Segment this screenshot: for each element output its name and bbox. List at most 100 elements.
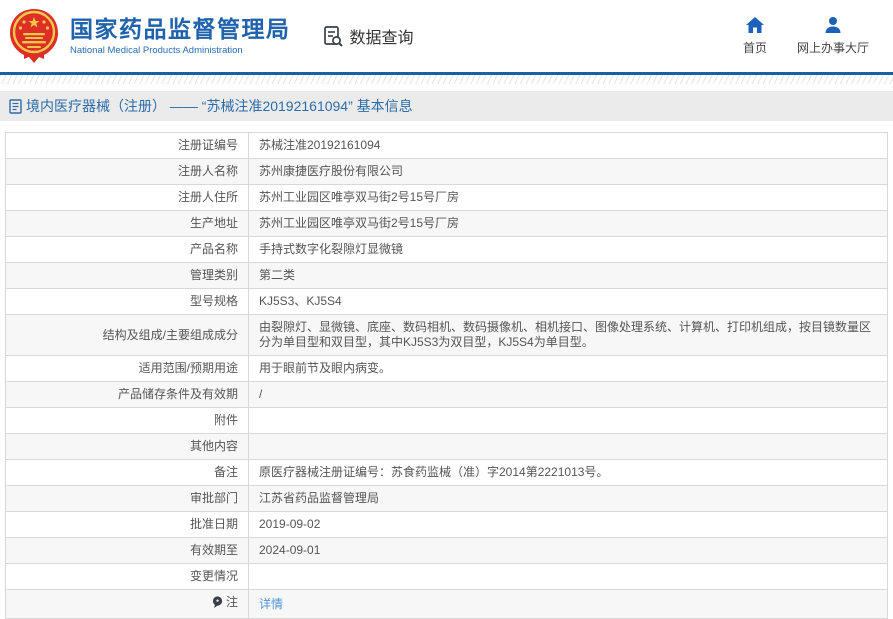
site-title: 国家药品监督管理局: [70, 16, 291, 42]
breadcrumb-bar: 境内医疗器械（注册） —— “苏械注准20192161094” 基本信息: [0, 91, 893, 121]
row-label: 管理类别: [189, 268, 238, 282]
page-title: 境内医疗器械（注册） —— “苏械注准20192161094” 基本信息: [26, 98, 413, 114]
row-value: 苏州工业园区唯亭双马街2号15号厂房: [259, 190, 460, 204]
registration-info-table: 注册证编号 苏械注准20192161094 注册人名称 苏州康捷医疗股份有限公司 注册人…: [5, 132, 888, 619]
row-label: 注册人名称: [177, 164, 238, 178]
table-row: 产品储存条件及有效期 /: [5, 381, 888, 408]
row-label: 适用范围/预期用途: [138, 361, 238, 375]
table-row: 审批部门 江苏省药品监督管理局: [5, 485, 888, 512]
nav-online-hall[interactable]: 网上办事大厅: [797, 16, 869, 56]
info-table-body: 注册证编号 苏械注准20192161094 注册人名称 苏州康捷医疗股份有限公司 注册人…: [5, 132, 888, 619]
row-label: 其他内容: [189, 439, 238, 453]
row-value: 苏州康捷医疗股份有限公司: [259, 164, 404, 178]
row-label-cell: 有效期至: [5, 537, 249, 564]
row-label-cell: 产品储存条件及有效期: [5, 381, 249, 408]
row-value: /: [259, 387, 263, 401]
row-label: 型号规格: [189, 294, 238, 308]
row-label-cell: 生产地址: [5, 210, 249, 237]
row-label-cell: 注: [5, 589, 249, 619]
row-label-cell: 适用范围/预期用途: [5, 355, 249, 382]
row-value-cell: 手持式数字化裂隙灯显微镜: [248, 236, 888, 263]
table-row: 变更情况: [5, 563, 888, 590]
table-row: 注册人住所 苏州工业园区唯亭双马街2号15号厂房: [5, 184, 888, 211]
row-value-cell: 苏械注准20192161094: [248, 132, 888, 159]
data-query-tab[interactable]: 数据查询: [321, 24, 414, 48]
table-row: 注册证编号 苏械注准20192161094: [5, 132, 888, 159]
row-label-cell: 审批部门: [5, 485, 249, 512]
row-label: 审批部门: [189, 491, 238, 505]
row-value: 由裂隙灯、显微镜、底座、数码相机、数码摄像机、相机接口、图像处理系统、计算机、打…: [259, 320, 872, 349]
nmpa-logo-link[interactable]: [8, 7, 60, 65]
row-label: 生产地址: [189, 216, 238, 230]
registration-info-table-wrap: 注册证编号 苏械注准20192161094 注册人名称 苏州康捷医疗股份有限公司 注册人…: [5, 132, 888, 619]
row-value: 苏械注准20192161094: [259, 138, 381, 152]
site-subtitle: National Medical Products Administration: [70, 45, 243, 56]
table-row: 型号规格 KJ5S3、KJ5S4: [5, 288, 888, 315]
row-label-cell: 变更情况: [5, 563, 249, 590]
row-value-cell: 江苏省药品监督管理局: [248, 485, 888, 512]
row-value-cell: 原医疗器械注册证编号：苏食药监械（准）字2014第2221013号。: [248, 459, 888, 486]
row-value: 用于眼前节及眼内病变。: [259, 361, 392, 375]
row-value-cell: 苏州康捷医疗股份有限公司: [248, 158, 888, 185]
national-emblem-icon: [10, 9, 58, 63]
top-nav: 首页 网上办事大厅: [743, 16, 869, 56]
row-label: 备注: [213, 465, 238, 479]
table-row: 批准日期 2019-09-02: [5, 511, 888, 538]
row-label-cell: 附件: [5, 407, 249, 434]
row-label-cell: 管理类别: [5, 262, 249, 289]
row-value: 手持式数字化裂隙灯显微镜: [259, 242, 404, 256]
home-icon: [745, 17, 764, 33]
row-value-cell: 用于眼前节及眼内病变。: [248, 355, 888, 382]
nav-home[interactable]: 首页: [743, 16, 767, 56]
data-query-icon: [323, 26, 343, 47]
nav-home-label: 首页: [742, 41, 767, 55]
detail-link[interactable]: 详情: [259, 597, 283, 611]
row-value: 江苏省药品监督管理局: [259, 491, 380, 505]
row-value: 原医疗器械注册证编号：苏食药监械（准）字2014第2221013号。: [259, 465, 609, 479]
row-value-cell: 苏州工业园区唯亭双马街2号15号厂房: [248, 210, 888, 237]
table-row: 结构及组成/主要组成成分 由裂隙灯、显微镜、底座、数码相机、数码摄像机、相机接口、…: [5, 314, 888, 356]
row-label: 产品名称: [189, 242, 238, 256]
row-value-cell: KJ5S3、KJ5S4: [248, 288, 888, 315]
row-label-cell: 其他内容: [5, 433, 249, 460]
row-value-cell: 2019-09-02: [248, 511, 888, 538]
row-label-cell: 批准日期: [5, 511, 249, 538]
row-value-cell: 由裂隙灯、显微镜、底座、数码相机、数码摄像机、相机接口、图像处理系统、计算机、打…: [248, 314, 888, 356]
row-value-cell: 2024-09-01: [248, 537, 888, 564]
row-value-cell: [248, 563, 888, 590]
stripe-band: [0, 75, 893, 84]
table-row: 适用范围/预期用途 用于眼前节及眼内病变。: [5, 355, 888, 382]
data-query-label: 数据查询: [349, 30, 414, 47]
row-value-cell: [248, 433, 888, 460]
table-row: 注册人名称 苏州康捷医疗股份有限公司: [5, 158, 888, 185]
site-header: 国家药品监督管理局 National Medical Products Admi…: [0, 0, 893, 72]
table-row: 其他内容: [5, 433, 888, 460]
table-row: 注 详情: [5, 589, 888, 619]
site-title-block: 国家药品监督管理局 National Medical Products Admi…: [70, 16, 291, 56]
document-icon: [9, 98, 22, 114]
row-label: 注: [225, 595, 238, 609]
row-value-cell: 苏州工业园区唯亭双马街2号15号厂房: [248, 184, 888, 211]
row-label-cell: 结构及组成/主要组成成分: [5, 314, 249, 356]
note-icon: [212, 596, 223, 608]
row-label-cell: 备注: [5, 459, 249, 486]
row-label: 批准日期: [189, 517, 238, 531]
user-icon: [825, 17, 841, 33]
row-label: 变更情况: [189, 569, 238, 583]
table-row: 附件: [5, 407, 888, 434]
table-row: 有效期至 2024-09-01: [5, 537, 888, 564]
row-value: 苏州工业园区唯亭双马街2号15号厂房: [259, 216, 460, 230]
row-label-cell: 注册人名称: [5, 158, 249, 185]
row-value: KJ5S3、KJ5S4: [259, 294, 342, 308]
row-value-cell: [248, 407, 888, 434]
row-value-cell: /: [248, 381, 888, 408]
row-label: 产品储存条件及有效期: [117, 387, 238, 401]
row-label: 结构及组成/主要组成成分: [102, 327, 238, 342]
table-row: 管理类别 第二类: [5, 262, 888, 289]
nav-online-hall-label: 网上办事大厅: [796, 41, 869, 55]
row-value-cell: 详情: [248, 589, 888, 619]
row-label: 注册人住所: [177, 190, 238, 204]
row-label-cell: 注册证编号: [5, 132, 249, 159]
row-value: 2024-09-01: [259, 543, 321, 557]
row-label-cell: 注册人住所: [5, 184, 249, 211]
